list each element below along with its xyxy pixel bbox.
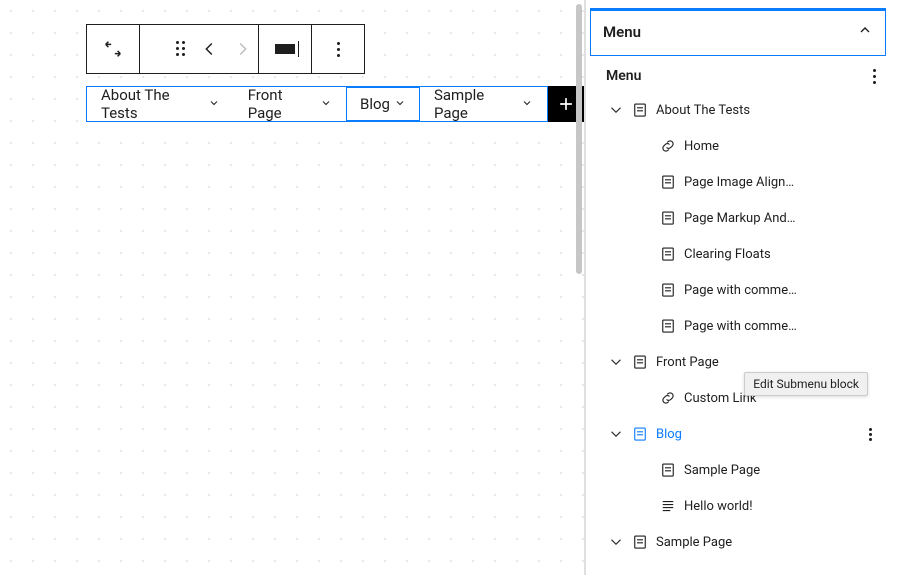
tree-item-label: Sample Page bbox=[680, 463, 880, 478]
menu-tree: About The Tests Home Page Image Align… Page… bbox=[586, 88, 900, 575]
page-icon bbox=[628, 353, 652, 371]
tree-item-label: Hello world! bbox=[680, 499, 880, 514]
expand-toggle[interactable] bbox=[604, 353, 628, 371]
link-icon bbox=[656, 389, 680, 407]
chevron-down-icon bbox=[394, 95, 406, 113]
chevron-up-icon bbox=[857, 22, 873, 42]
page-icon bbox=[656, 173, 680, 191]
nav-item-label: Front Page bbox=[248, 86, 316, 122]
tree-item[interactable]: Blog bbox=[586, 416, 900, 452]
tree-item-label: Clearing Floats bbox=[680, 247, 880, 262]
tree-item[interactable]: Page with comme… bbox=[586, 308, 900, 344]
more-options-button[interactable] bbox=[312, 25, 364, 73]
tree-item-label: Page with comme… bbox=[680, 319, 880, 334]
page-icon bbox=[656, 209, 680, 227]
text-cursor-icon bbox=[275, 44, 295, 54]
post-icon bbox=[656, 497, 680, 515]
panel-subheader: Menu bbox=[586, 56, 900, 88]
nav-item[interactable]: Front Page bbox=[234, 87, 346, 121]
nav-item-label: Blog bbox=[360, 95, 390, 113]
editor-scrollbar[interactable] bbox=[576, 4, 582, 274]
editor-canvas: About The Tests Front Page Blog Sample Page bbox=[0, 0, 585, 575]
tooltip: Edit Submenu block bbox=[744, 372, 868, 396]
nav-item[interactable]: Sample Page bbox=[420, 87, 547, 121]
nav-item[interactable]: Blog bbox=[346, 87, 420, 121]
ellipsis-vertical-icon bbox=[337, 42, 340, 57]
tree-item[interactable]: Hello world! bbox=[586, 488, 900, 524]
page-icon bbox=[628, 533, 652, 551]
tree-item[interactable]: Home bbox=[586, 128, 900, 164]
tree-item-label: Home bbox=[680, 139, 880, 154]
tree-item-label: Front Page bbox=[652, 355, 880, 370]
expand-toggle[interactable] bbox=[604, 425, 628, 443]
nav-item[interactable]: About The Tests bbox=[87, 87, 234, 121]
move-left-button[interactable] bbox=[194, 25, 226, 73]
tree-item-label: Page Image Align… bbox=[680, 175, 880, 190]
link-label-button[interactable] bbox=[259, 25, 311, 73]
panel-subtitle: Menu bbox=[606, 68, 641, 84]
nav-item-label: Sample Page bbox=[434, 86, 517, 122]
settings-panel: Menu Menu About The Tests Home Page Image … bbox=[585, 0, 900, 575]
tree-item-label: Blog bbox=[652, 427, 860, 442]
tree-item[interactable]: Page with comme… bbox=[586, 272, 900, 308]
tree-item-label: Sample Page bbox=[652, 535, 880, 550]
tree-item[interactable]: Sample Page bbox=[586, 524, 900, 560]
tree-item[interactable]: Clearing Floats bbox=[586, 236, 900, 272]
page-icon bbox=[628, 425, 652, 443]
tree-item-label: Page with comme… bbox=[680, 283, 880, 298]
tree-item[interactable]: Page Markup And… bbox=[586, 200, 900, 236]
chevron-down-icon bbox=[320, 95, 332, 113]
expand-toggle[interactable] bbox=[604, 101, 628, 119]
page-icon bbox=[656, 461, 680, 479]
drag-handle[interactable] bbox=[162, 25, 194, 73]
tree-item[interactable]: About The Tests bbox=[586, 92, 900, 128]
panel-section-toggle[interactable]: Menu bbox=[590, 8, 886, 56]
page-icon bbox=[656, 281, 680, 299]
move-right-button[interactable] bbox=[226, 25, 258, 73]
nav-item-label: About The Tests bbox=[101, 86, 204, 122]
block-toolbar bbox=[86, 24, 365, 74]
navigation-block[interactable]: About The Tests Front Page Blog Sample Page bbox=[86, 86, 584, 122]
select-parent-button[interactable] bbox=[140, 25, 162, 73]
tree-item[interactable]: Sample Page bbox=[586, 452, 900, 488]
tree-item-label: Page Markup And… bbox=[680, 211, 880, 226]
menu-options-button[interactable] bbox=[873, 69, 876, 84]
chevron-down-icon bbox=[208, 95, 220, 113]
page-icon bbox=[656, 245, 680, 263]
chevron-down-icon bbox=[521, 95, 533, 113]
expand-toggle[interactable] bbox=[604, 533, 628, 551]
page-icon bbox=[656, 317, 680, 335]
block-type-icon[interactable] bbox=[87, 25, 139, 73]
tree-item[interactable]: Page Image Align… bbox=[586, 164, 900, 200]
tree-item-label: About The Tests bbox=[652, 103, 880, 118]
tree-item-options-button[interactable] bbox=[860, 428, 880, 441]
panel-title: Menu bbox=[603, 23, 641, 41]
link-icon bbox=[656, 137, 680, 155]
page-icon bbox=[628, 101, 652, 119]
